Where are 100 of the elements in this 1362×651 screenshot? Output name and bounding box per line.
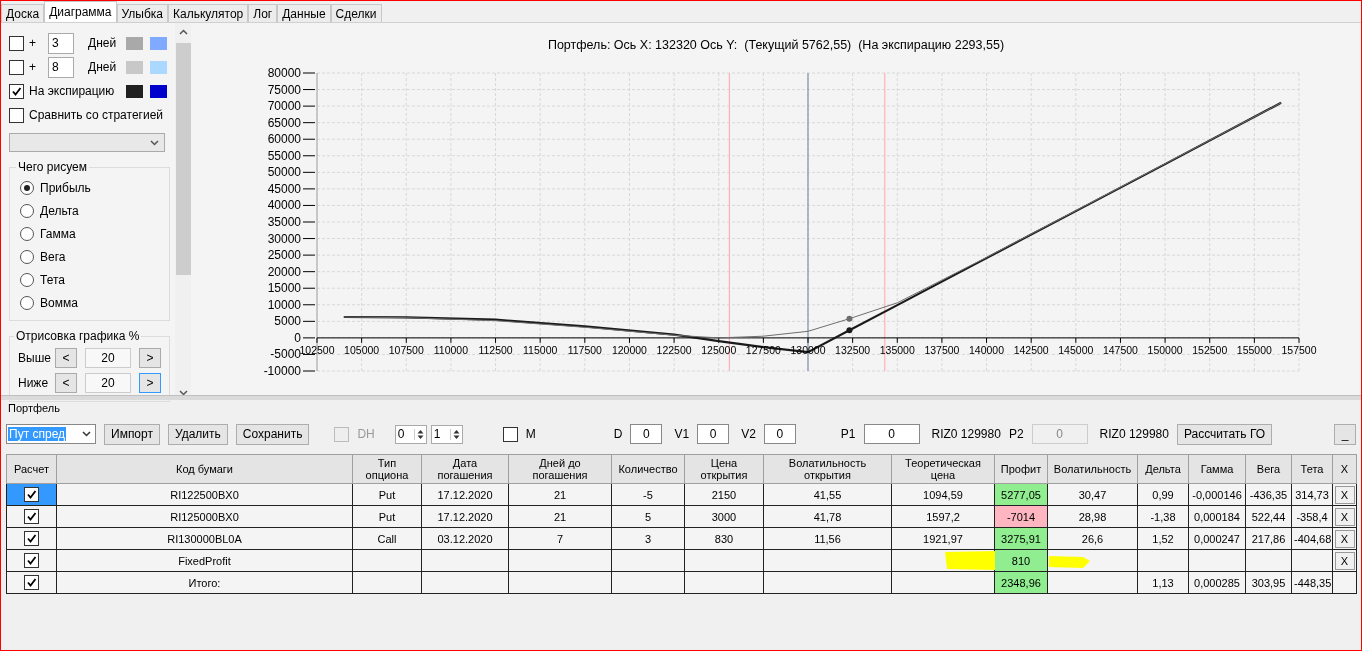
- column-header[interactable]: Дней до погашения: [508, 454, 612, 484]
- tab[interactable]: Улыбка: [116, 4, 169, 22]
- table-cell: 1094,59: [891, 483, 995, 506]
- radio-label: Вомма: [40, 295, 78, 310]
- table-cell: 5: [611, 505, 685, 528]
- table-cell: -436,35: [1245, 483, 1292, 506]
- delete-button[interactable]: X: [1334, 485, 1355, 504]
- toolbar-button[interactable]: Удалить: [167, 423, 228, 445]
- x-tick-label: 115000: [523, 343, 558, 356]
- range-label: Выше: [18, 350, 52, 365]
- table-cell: -404,68: [1291, 527, 1333, 550]
- delete-button[interactable]: X: [1334, 529, 1355, 548]
- input-field[interactable]: 0: [763, 424, 796, 444]
- column-header[interactable]: Вега: [1245, 454, 1292, 484]
- y-tick-label: 10000: [267, 297, 301, 312]
- x-tick-label: 117500: [567, 343, 602, 356]
- plus-label: +: [29, 60, 37, 74]
- tab[interactable]: Доска: [1, 4, 45, 22]
- table-cell: 26,6: [1047, 527, 1138, 550]
- table-cell: RI125000BX0: [56, 505, 353, 528]
- table-cell: RI130000BL0A: [56, 527, 353, 550]
- chart-title: Портфель: Ось X: 132320 Ось Y: (Текущий 5762,55) (На экспирацию 2293,55): [546, 36, 1006, 54]
- x-tick-label: 157500: [1281, 343, 1317, 356]
- decrease-button[interactable]: <: [55, 347, 77, 368]
- plus-label: +: [29, 36, 37, 50]
- increase-button[interactable]: >: [139, 347, 161, 368]
- delete-button[interactable]: X: [1334, 507, 1355, 526]
- percent-field[interactable]: 20: [85, 347, 131, 368]
- minimize-button[interactable]: _: [1334, 423, 1356, 445]
- calculate-button[interactable]: Рассчитать ГО: [1176, 423, 1273, 445]
- column-header[interactable]: Теоретическая цена: [891, 454, 995, 484]
- column-header[interactable]: Расчет: [6, 454, 57, 484]
- y-tick-label: 60000: [267, 132, 301, 147]
- tab[interactable]: Калькулятор: [168, 4, 249, 22]
- table-cell: 11,56: [763, 527, 892, 550]
- table-cell: 303,95: [1245, 571, 1292, 594]
- input-field[interactable]: 0: [630, 424, 663, 444]
- toolbar-button[interactable]: Импорт: [104, 423, 160, 445]
- days-field[interactable]: 3: [48, 32, 74, 54]
- tab[interactable]: Сделки: [330, 4, 382, 22]
- column-header[interactable]: Волатильность: [1047, 454, 1138, 484]
- days-field[interactable]: 8: [48, 56, 74, 78]
- table-cell: Put: [352, 483, 422, 506]
- number-spinner[interactable]: 0: [394, 424, 427, 444]
- column-header[interactable]: Гамма: [1188, 454, 1246, 484]
- column-header[interactable]: Дельта: [1137, 454, 1189, 484]
- x-tick-label: 147500: [1102, 343, 1138, 356]
- table-cell: 830: [684, 527, 764, 550]
- radio-label: Вега: [40, 249, 66, 264]
- checkbox-label: M: [525, 427, 536, 441]
- column-header[interactable]: Дата погашения: [421, 454, 509, 484]
- y-tick-label: 45000: [267, 181, 301, 196]
- tab[interactable]: Данные: [277, 4, 331, 22]
- table-cell: 522,44: [1245, 505, 1292, 528]
- toolbar-button[interactable]: Сохранить: [235, 423, 310, 445]
- checkbox-label: Сравнить со стратегией: [29, 108, 163, 122]
- delete-button[interactable]: X: [1334, 551, 1355, 570]
- y-tick-label: 15000: [267, 281, 301, 296]
- y-tick-label: 40000: [267, 198, 301, 213]
- table-cell: 1,13: [1137, 571, 1189, 594]
- tab[interactable]: Диаграмма: [44, 1, 117, 22]
- radio-label: Гамма: [40, 226, 76, 241]
- input-field[interactable]: 0: [697, 424, 730, 444]
- radio-label: Тета: [40, 272, 65, 287]
- x-tick-label: 152500: [1192, 343, 1228, 356]
- column-header[interactable]: Количество: [611, 454, 685, 484]
- column-header[interactable]: Тип опциона: [352, 454, 422, 484]
- table-cell: 28,98: [1047, 505, 1138, 528]
- column-header[interactable]: Профит: [994, 454, 1048, 484]
- y-tick-label: 70000: [267, 99, 301, 114]
- tab[interactable]: Лог: [248, 4, 278, 22]
- group-title: Отрисовка графика %: [15, 329, 141, 343]
- number-spinner[interactable]: 1: [430, 424, 463, 444]
- table-cell: 30,47: [1047, 483, 1138, 506]
- y-tick-label: 0: [294, 330, 301, 345]
- x-tick-label: 137500: [924, 343, 960, 356]
- group-title: Портфель: [7, 402, 61, 416]
- y-tick-label: 35000: [267, 215, 301, 229]
- table-cell: -448,35: [1291, 571, 1333, 594]
- column-header[interactable]: Цена открытия: [684, 454, 764, 484]
- table-cell: 3000: [684, 505, 764, 528]
- field-label: P2: [1008, 427, 1024, 441]
- column-header[interactable]: Тета: [1291, 454, 1333, 484]
- x-tick-label: 112500: [478, 343, 513, 356]
- table-cell: 1921,97: [891, 527, 995, 550]
- input-field[interactable]: 0: [863, 424, 920, 444]
- percent-field[interactable]: 20: [85, 372, 131, 393]
- column-header[interactable]: X: [1332, 454, 1357, 484]
- radio-label: Дельта: [40, 203, 79, 218]
- field-label: D: [613, 427, 623, 441]
- column-header[interactable]: Волатильность открытия: [763, 454, 892, 484]
- x-tick-label: 145000: [1058, 343, 1094, 356]
- decrease-button[interactable]: <: [55, 372, 77, 393]
- x-tick-label: 135000: [879, 343, 915, 356]
- table-cell: 3: [611, 527, 685, 550]
- increase-button[interactable]: >: [139, 372, 161, 393]
- x-tick-label: 122500: [656, 343, 692, 356]
- column-header[interactable]: Код бумаги: [56, 454, 353, 484]
- table-cell: Call: [352, 527, 422, 550]
- days-label: Дней: [88, 36, 117, 50]
